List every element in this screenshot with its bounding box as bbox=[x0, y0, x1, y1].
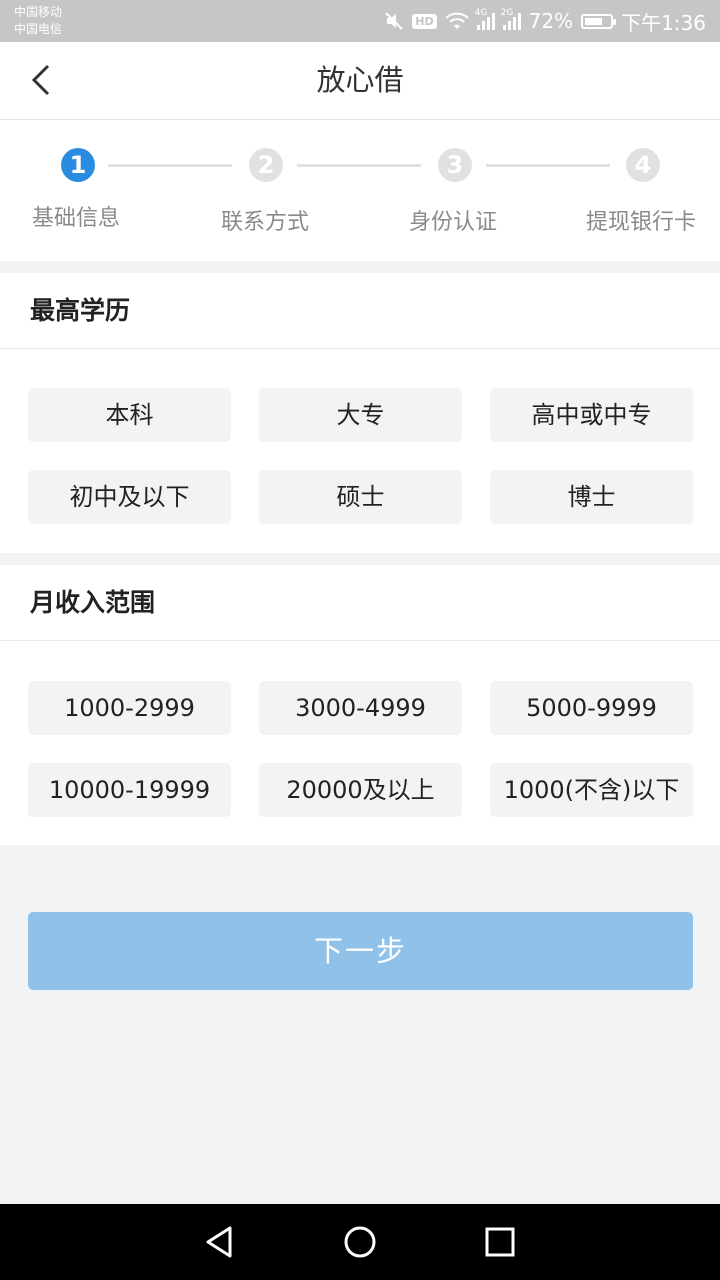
status-bar: 中国移动 中国电信 HD 4G 2G 72% 下午1:36 bbox=[0, 0, 720, 42]
battery-icon bbox=[581, 13, 617, 29]
step-connector-1 bbox=[108, 164, 232, 167]
step-4-label: 提现银行卡 bbox=[586, 210, 697, 235]
step-connector-3 bbox=[486, 164, 610, 167]
education-option-bachelor[interactable]: 本科 bbox=[28, 388, 231, 442]
nav-back-button[interactable] bbox=[202, 1224, 238, 1260]
battery-percent: 72% bbox=[528, 9, 574, 33]
mute-icon bbox=[384, 11, 404, 31]
progress-steps: 1 2 3 4 基础信息 联系方式 身份认证 提现银行卡 bbox=[0, 120, 720, 261]
education-section: 最高学历 本科 大专 高中或中专 初中及以下 硕士 博士 bbox=[0, 273, 720, 553]
income-option-1000-2999[interactable]: 1000-2999 bbox=[28, 681, 231, 735]
carrier-1: 中国移动 bbox=[14, 5, 63, 19]
education-title: 最高学历 bbox=[0, 273, 720, 349]
network-type-2: 2G bbox=[500, 8, 514, 18]
status-icons: HD 4G 2G 72% 下午1:36 bbox=[384, 0, 706, 42]
education-option-college[interactable]: 大专 bbox=[259, 388, 462, 442]
step-3-label: 身份认证 bbox=[409, 210, 498, 235]
carrier-names: 中国移动 中国电信 bbox=[14, 4, 62, 38]
page-title: 放心借 bbox=[316, 63, 404, 97]
income-option-3000-4999[interactable]: 3000-4999 bbox=[259, 681, 462, 735]
clock: 下午1:36 bbox=[621, 10, 706, 35]
signal-2-icon: 2G bbox=[501, 8, 521, 30]
network-type-1: 4G bbox=[474, 8, 488, 18]
step-3-indicator: 3 bbox=[438, 148, 472, 182]
square-recents-icon bbox=[485, 1227, 515, 1257]
circle-home-icon bbox=[344, 1226, 376, 1258]
income-title: 月收入范围 bbox=[0, 565, 720, 641]
step-1-label: 基础信息 bbox=[32, 206, 121, 231]
education-option-junior[interactable]: 初中及以下 bbox=[28, 470, 231, 524]
title-bar: 放心借 bbox=[0, 42, 720, 120]
income-option-5000-9999[interactable]: 5000-9999 bbox=[490, 681, 693, 735]
triangle-back-icon bbox=[206, 1226, 232, 1258]
income-option-below-1000[interactable]: 1000(不含)以下 bbox=[490, 763, 693, 817]
income-section: 月收入范围 1000-2999 3000-4999 5000-9999 1000… bbox=[0, 565, 720, 845]
step-2-indicator: 2 bbox=[249, 148, 283, 182]
hd-badge: HD bbox=[412, 13, 437, 29]
income-option-20000-plus[interactable]: 20000及以上 bbox=[259, 763, 462, 817]
system-nav-bar bbox=[0, 1204, 720, 1280]
next-button[interactable]: 下一步 bbox=[28, 912, 693, 990]
step-connector-2 bbox=[297, 164, 421, 167]
step-1-indicator: 1 bbox=[61, 148, 95, 182]
nav-recents-button[interactable] bbox=[482, 1224, 518, 1260]
education-option-master[interactable]: 硕士 bbox=[259, 470, 462, 524]
education-option-high-school[interactable]: 高中或中专 bbox=[490, 388, 693, 442]
battery-fill bbox=[585, 17, 603, 25]
education-option-doctor[interactable]: 博士 bbox=[490, 470, 693, 524]
carrier-2: 中国电信 bbox=[14, 22, 63, 36]
signal-1-icon: 4G bbox=[475, 8, 495, 30]
wifi-icon bbox=[444, 11, 469, 31]
income-option-10000-19999[interactable]: 10000-19999 bbox=[28, 763, 231, 817]
nav-home-button[interactable] bbox=[342, 1224, 378, 1260]
step-4-indicator: 4 bbox=[626, 148, 660, 182]
step-2-label: 联系方式 bbox=[221, 210, 310, 235]
